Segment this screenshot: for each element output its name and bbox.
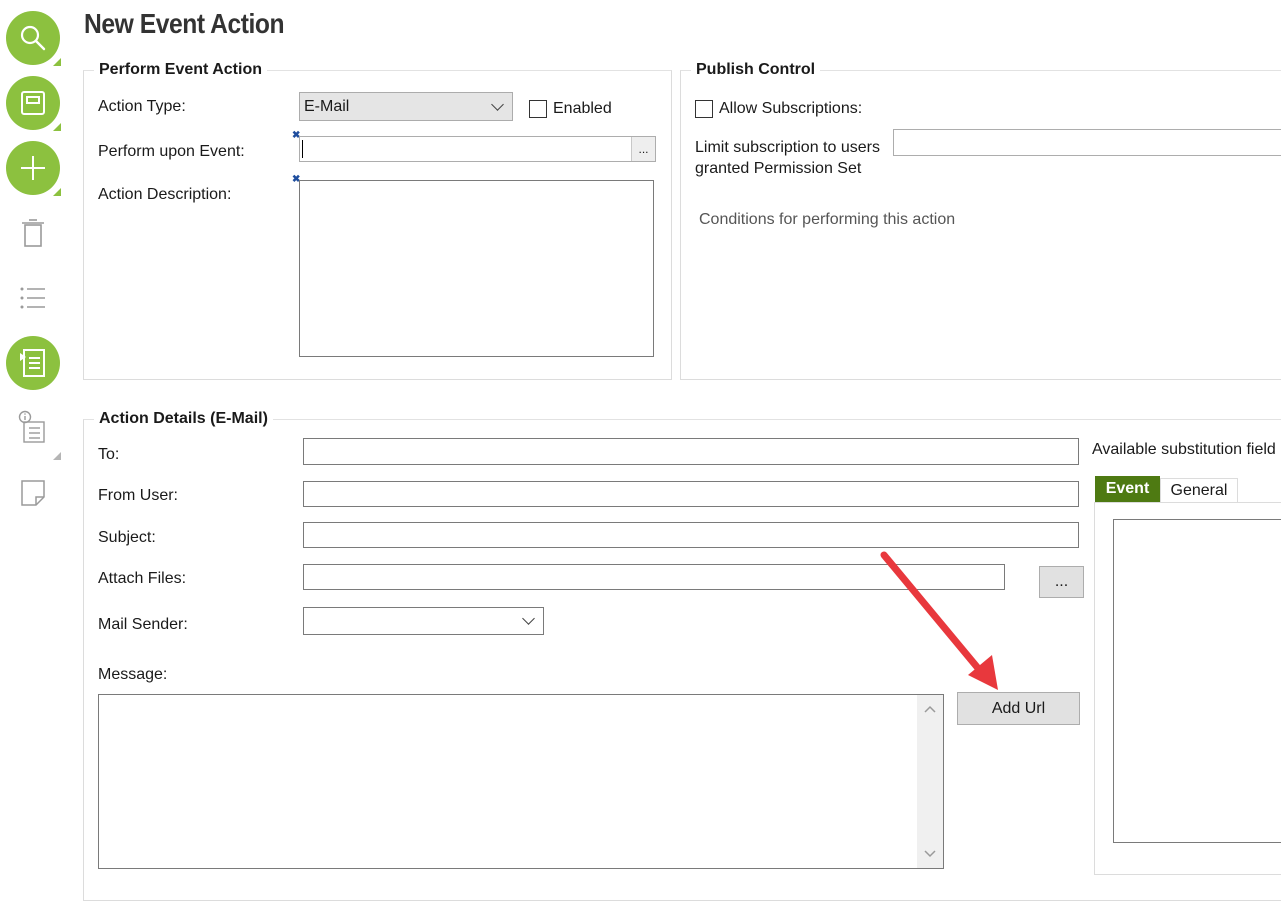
tab-general[interactable]: General [1160, 478, 1238, 502]
info-list-button-corner [53, 452, 61, 460]
add-button[interactable] [6, 141, 60, 195]
tab-event[interactable]: Event [1095, 476, 1160, 502]
substitution-fields-label: Available substitution field [1092, 441, 1276, 458]
perform-event-action-legend: Perform Event Action [94, 61, 267, 79]
allow-subscriptions-label: Allow Subscriptions: [719, 100, 863, 117]
text-cursor [302, 140, 303, 158]
annotation-arrow-icon [880, 551, 998, 690]
enabled-label: Enabled [553, 100, 612, 117]
mail-sender-select[interactable] [303, 607, 544, 635]
action-description-textarea[interactable] [299, 180, 654, 357]
mail-sender-label: Mail Sender: [98, 616, 188, 633]
to-label: To: [98, 446, 120, 463]
permission-set-field[interactable] [893, 129, 1281, 156]
delete-icon [22, 219, 44, 247]
from-user-label: From User: [98, 487, 178, 504]
page-title: New Event Action [84, 8, 285, 39]
limit-subscription-label: Limit subscription to users granted Perm… [695, 139, 880, 177]
search-icon [20, 25, 46, 51]
list-button[interactable] [18, 281, 48, 315]
message-scrollbar[interactable] [917, 695, 943, 868]
perform-upon-event-field[interactable]: ... [299, 136, 656, 162]
action-type-value: E-Mail [304, 97, 350, 115]
message-label: Message: [98, 666, 168, 683]
to-field[interactable] [303, 438, 1079, 465]
scroll-up-icon [924, 705, 936, 713]
info-list-button[interactable] [18, 410, 48, 444]
search-button[interactable] [6, 11, 60, 65]
chevron-down-icon [522, 612, 535, 625]
search-button-corner [53, 58, 61, 66]
delete-button[interactable] [18, 216, 48, 250]
note-icon [21, 480, 45, 506]
message-textarea[interactable] [98, 694, 944, 869]
attach-files-label: Attach Files: [98, 570, 187, 587]
action-type-select[interactable]: E-Mail [299, 92, 513, 121]
attach-files-browse-button[interactable]: ... [1039, 566, 1084, 598]
save-button[interactable] [6, 76, 60, 130]
event-list-icon [20, 349, 45, 377]
conditions-text: Conditions for performing this action [699, 211, 956, 228]
from-user-field[interactable] [303, 481, 1079, 507]
subject-label: Subject: [98, 529, 156, 546]
allow-subscriptions-checkbox[interactable] [695, 100, 713, 118]
perform-upon-event-label: Perform upon Event: [98, 143, 245, 160]
action-details-legend: Action Details (E-Mail) [94, 410, 273, 428]
event-list-button[interactable] [6, 336, 60, 390]
note-button[interactable] [18, 476, 48, 510]
action-type-label: Action Type: [98, 98, 186, 115]
info-list-icon [18, 410, 45, 443]
add-url-button[interactable]: Add Url [957, 692, 1080, 725]
scroll-down-icon [924, 850, 936, 858]
perform-upon-event-browse-button[interactable]: ... [631, 137, 655, 161]
save-button-corner [53, 123, 61, 131]
action-description-label: Action Description: [98, 186, 232, 203]
publish-control-legend: Publish Control [691, 61, 821, 79]
enabled-checkbox[interactable] [529, 100, 547, 118]
chevron-down-icon [491, 97, 504, 111]
add-button-corner [53, 188, 61, 196]
substitution-fields-list[interactable] [1113, 519, 1281, 843]
save-icon [21, 91, 45, 115]
list-icon [20, 287, 45, 309]
add-icon [21, 156, 45, 180]
